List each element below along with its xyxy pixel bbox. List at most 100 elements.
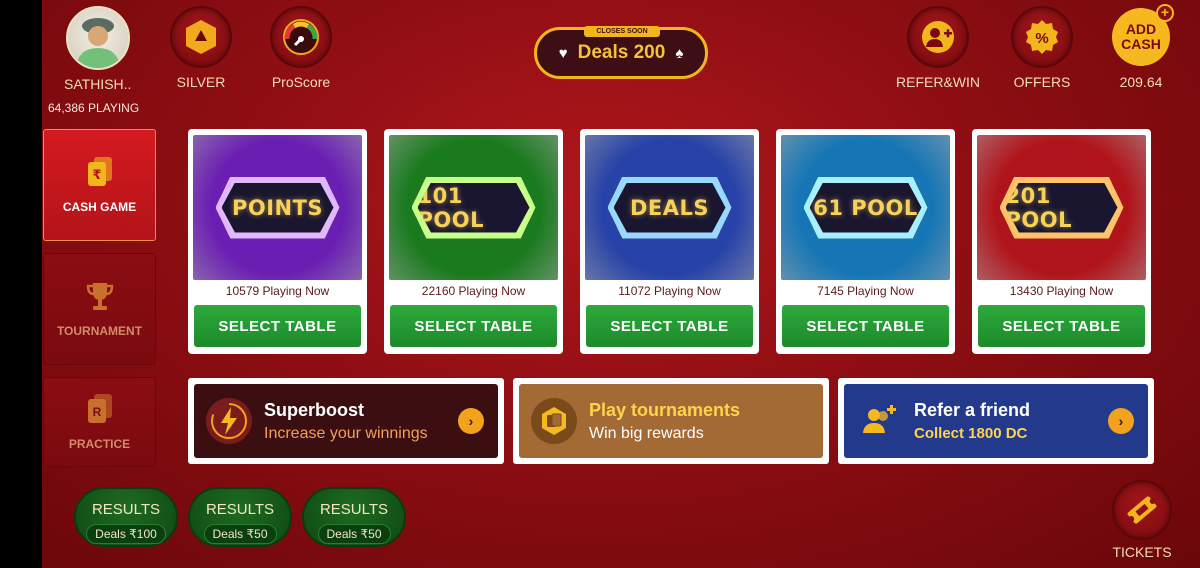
rank-label: SILVER <box>176 74 226 90</box>
deals-banner-text: Deals 200 <box>577 42 666 63</box>
cards-icon <box>531 398 577 444</box>
game-card-61-pool: 61 POOL 7145 Playing Now SELECT TABLE <box>776 129 955 354</box>
nav-practice-label: PRACTICE <box>68 437 131 451</box>
heart-icon: ♥ <box>558 44 568 62</box>
select-table-button[interactable]: SELECT TABLE <box>194 305 361 347</box>
game-title: 101 POOL <box>417 183 484 232</box>
rank-badge <box>170 6 232 68</box>
practice-card-icon: R <box>87 394 112 423</box>
game-playing-count: 22160 Playing Now <box>421 284 526 298</box>
promo-subtitle: Win big rewards <box>589 424 704 442</box>
offers-button[interactable]: % OFFERS <box>1011 6 1073 90</box>
rank-button[interactable]: SILVER <box>170 6 232 90</box>
cash-card-icon: ₹ <box>87 157 112 186</box>
nav-tournament-label: TOURNAMENT <box>56 324 143 338</box>
refer-badge <box>907 6 969 68</box>
game-card-art[interactable]: 61 POOL <box>781 135 950 280</box>
game-card-art[interactable]: POINTS <box>193 135 362 280</box>
game-title: 201 POOL <box>1005 183 1072 232</box>
avatar <box>65 6 130 70</box>
promo-tournaments[interactable]: Play tournaments Win big rewards <box>513 378 829 464</box>
svg-text:%: % <box>1035 30 1048 47</box>
gauge-icon <box>283 19 319 55</box>
profile-avatar[interactable]: SATHISH.. <box>64 6 131 92</box>
game-playing-count: 11072 Playing Now <box>618 284 721 298</box>
hexagon-rank-icon <box>186 20 216 54</box>
chevron-right-icon[interactable]: › <box>1108 408 1134 434</box>
results-button[interactable]: RESULTS Deals ₹50 <box>188 487 292 547</box>
left-edge-strip <box>0 0 42 568</box>
game-card-art[interactable]: 101 POOL <box>389 135 558 280</box>
game-card-101-pool: 101 POOL 22160 Playing Now SELECT TABLE <box>384 129 563 354</box>
refer-label: REFER&WIN <box>896 74 980 90</box>
game-playing-count: 13430 Playing Now <box>1009 284 1114 298</box>
user-figure-icon <box>75 18 120 68</box>
results-sub: Deals ₹50 <box>317 524 391 544</box>
select-table-button[interactable]: SELECT TABLE <box>782 305 949 347</box>
game-playing-count: 7145 Playing Now <box>817 284 914 298</box>
results-button[interactable]: RESULTS Deals ₹50 <box>302 487 406 547</box>
playing-count: 64,386 PLAYING <box>48 101 140 115</box>
closes-soon-badge: CLOSES SOON <box>584 26 660 37</box>
promo-subtitle: Increase your winnings <box>264 424 428 442</box>
user-name: SATHISH.. <box>64 76 132 92</box>
trophy-icon <box>86 283 113 310</box>
add-user-icon <box>922 21 954 53</box>
add-cash-line2: CASH <box>1121 36 1161 52</box>
refer-win-button[interactable]: REFER&WIN <box>895 6 981 90</box>
promo-title: Play tournaments <box>589 399 741 420</box>
results-sub: Deals ₹100 <box>86 524 166 544</box>
proscore-label: ProScore <box>271 74 331 90</box>
proscore-button[interactable]: ProScore <box>270 6 332 90</box>
promo-superboost[interactable]: Superboost Increase your winnings › <box>188 378 504 464</box>
game-card-art[interactable]: 201 POOL <box>977 135 1146 280</box>
svg-text:R: R <box>92 405 101 419</box>
marquee-frame: DEALS <box>607 176 732 239</box>
plus-icon: + <box>1156 4 1174 22</box>
offers-badge: % <box>1011 6 1073 68</box>
nav-cash-game-label: CASH GAME <box>62 200 137 214</box>
game-playing-count: 10579 Playing Now <box>225 284 330 298</box>
tickets-badge <box>1112 480 1172 540</box>
promo-body: Superboost Increase your winnings › <box>194 384 498 458</box>
game-card-points: POINTS 10579 Playing Now SELECT TABLE <box>188 129 367 354</box>
promo-title: Refer a friend <box>914 400 1031 420</box>
tickets-label: TICKETS <box>1112 544 1172 560</box>
nav-practice[interactable]: R PRACTICE <box>43 377 156 467</box>
discount-icon: % <box>1026 20 1058 54</box>
add-cash-button[interactable]: ADD CASH + 209.64 <box>1110 4 1174 90</box>
promo-title: Superboost <box>264 399 365 420</box>
nav-tournament[interactable]: TOURNAMENT <box>43 253 156 365</box>
spade-icon: ♠ <box>675 44 684 62</box>
results-button[interactable]: RESULTS Deals ₹100 <box>74 487 178 547</box>
game-title: POINTS <box>231 195 324 220</box>
promo-body: Refer a friend Collect 1800 DC › <box>844 384 1148 458</box>
game-card-art[interactable]: DEALS <box>585 135 754 280</box>
marquee-frame: 101 POOL <box>411 176 536 239</box>
offers-label: OFFERS <box>1013 74 1071 90</box>
results-label: RESULTS <box>91 501 161 518</box>
add-user-icon <box>856 398 902 444</box>
promo-body: Play tournaments Win big rewards <box>519 384 823 458</box>
wallet-balance: 209.64 <box>1119 74 1163 90</box>
marquee-frame: 61 POOL <box>803 176 928 239</box>
add-cash-badge: ADD CASH + <box>1112 4 1174 66</box>
tickets-button[interactable]: TICKETS <box>1112 480 1172 560</box>
svg-text:₹: ₹ <box>92 168 101 183</box>
nav-cash-game[interactable]: ₹ CASH GAME <box>43 129 156 241</box>
marquee-frame: POINTS <box>215 176 340 239</box>
game-title: DEALS <box>629 195 710 220</box>
add-cash-line1: ADD <box>1125 21 1157 37</box>
select-table-button[interactable]: SELECT TABLE <box>978 305 1145 347</box>
promo-subtitle: Collect 1800 DC <box>914 425 1028 442</box>
results-sub: Deals ₹50 <box>203 524 277 544</box>
game-title: 61 POOL <box>813 195 918 220</box>
select-table-button[interactable]: SELECT TABLE <box>586 305 753 347</box>
promo-refer-friend[interactable]: Refer a friend Collect 1800 DC › <box>838 378 1154 464</box>
marquee-frame: 201 POOL <box>999 176 1124 239</box>
chevron-right-icon[interactable]: › <box>458 408 484 434</box>
lightning-icon <box>206 398 252 444</box>
select-table-button[interactable]: SELECT TABLE <box>390 305 557 347</box>
results-label: RESULTS <box>205 501 275 518</box>
game-card-201-pool: 201 POOL 13430 Playing Now SELECT TABLE <box>972 129 1151 354</box>
